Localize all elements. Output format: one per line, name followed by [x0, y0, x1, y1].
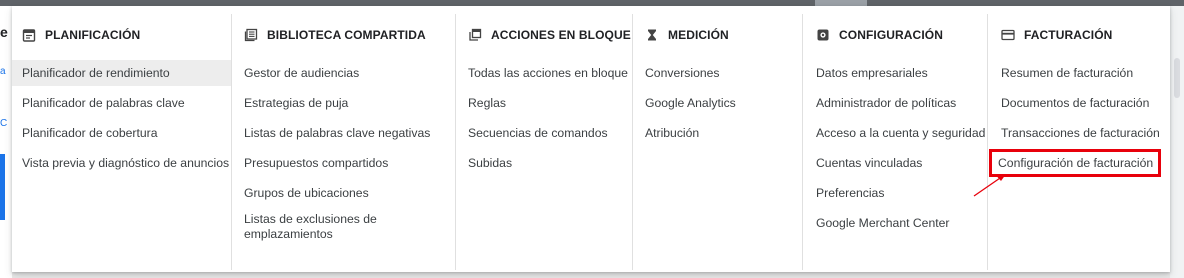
- menu-column-planning: PLANIFICACIÓN Planificador de rendimient…: [12, 14, 231, 270]
- menu-item-attribution[interactable]: Atribución: [633, 120, 802, 146]
- menu-item-shared-budgets[interactable]: Presupuestos compartidos: [232, 150, 455, 176]
- menu-item-billing-settings[interactable]: Configuración de facturación: [989, 149, 1161, 177]
- menu-item-placement-groups[interactable]: Grupos de ubicaciones: [232, 180, 455, 206]
- column-header: MEDICIÓN: [633, 14, 802, 56]
- menu-item-uploads[interactable]: Subidas: [456, 150, 632, 176]
- background-link: C: [0, 118, 8, 129]
- menu-item-billing-transactions[interactable]: Transacciones de facturación: [988, 120, 1170, 146]
- annotation-arrow-icon: [973, 174, 1006, 197]
- menu-item-business-data[interactable]: Datos empresariales: [803, 60, 987, 86]
- column-title: MEDICIÓN: [668, 28, 729, 42]
- menu-item-bid-strategies[interactable]: Estrategias de puja: [232, 90, 455, 116]
- menu-item-access-and-security[interactable]: Acceso a la cuenta y seguridad: [803, 120, 987, 146]
- background-page-left: e a C: [0, 6, 12, 278]
- background-link: a: [0, 66, 6, 77]
- column-title: FACTURACIÓN: [1024, 28, 1113, 42]
- library-icon: [244, 28, 258, 42]
- background-button: [0, 154, 5, 220]
- menu-item-performance-planner[interactable]: Planificador de rendimiento: [12, 60, 231, 86]
- scrollbar[interactable]: [1174, 58, 1180, 98]
- menu-item-policy-manager[interactable]: Administrador de políticas: [803, 90, 987, 116]
- menu-column-bulk-actions: ACCIONES EN BLOQUE Todas las acciones en…: [455, 14, 632, 270]
- hourglass-icon: [645, 28, 659, 42]
- menu-item-audience-manager[interactable]: Gestor de audiencias: [232, 60, 455, 86]
- menu-item-preferences[interactable]: Preferencias: [803, 180, 987, 206]
- menu-item-google-analytics[interactable]: Google Analytics: [633, 90, 802, 116]
- column-header: ACCIONES EN BLOQUE: [456, 14, 632, 56]
- menu-item-billing-summary[interactable]: Resumen de facturación: [988, 60, 1170, 86]
- calendar-icon: [22, 28, 36, 42]
- settings-icon: [816, 28, 830, 42]
- column-title: PLANIFICACIÓN: [45, 28, 141, 42]
- menu-item-all-bulk-actions[interactable]: Todas las acciones en bloque: [456, 60, 632, 86]
- column-header: PLANIFICACIÓN: [12, 14, 231, 56]
- menu-column-billing: FACTURACIÓN Resumen de facturación Docum…: [987, 14, 1170, 270]
- menu-item-keyword-planner[interactable]: Planificador de palabras clave: [12, 90, 231, 116]
- menu-item-conversions[interactable]: Conversiones: [633, 60, 802, 86]
- menu-item-google-merchant-center[interactable]: Google Merchant Center: [803, 210, 987, 236]
- column-header: BIBLIOTECA COMPARTIDA: [232, 14, 455, 56]
- background-text: e: [0, 24, 8, 40]
- menu-item-billing-documents[interactable]: Documentos de facturación: [988, 90, 1170, 116]
- menu-column-shared-library: BIBLIOTECA COMPARTIDA Gestor de audienci…: [231, 14, 455, 270]
- column-title: ACCIONES EN BLOQUE: [491, 28, 631, 42]
- tools-menu: PLANIFICACIÓN Planificador de rendimient…: [12, 6, 1170, 272]
- credit-card-icon: [1001, 28, 1015, 42]
- menu-item-scripts[interactable]: Secuencias de comandos: [456, 120, 632, 146]
- column-header: FACTURACIÓN: [988, 14, 1170, 56]
- menu-item-placement-exclusion-lists[interactable]: Listas de exclusiones de emplazamientos: [232, 210, 455, 244]
- column-title: BIBLIOTECA COMPARTIDA: [267, 28, 426, 42]
- menu-item-ad-preview[interactable]: Vista previa y diagnóstico de anuncios: [12, 150, 231, 176]
- menu-item-negative-keyword-lists[interactable]: Listas de palabras clave negativas: [232, 120, 455, 146]
- column-header: CONFIGURACIÓN: [803, 14, 987, 56]
- copy-icon: [468, 28, 482, 42]
- menu-item-rules[interactable]: Reglas: [456, 90, 632, 116]
- menu-column-measurement: MEDICIÓN Conversiones Google Analytics A…: [632, 14, 802, 270]
- menu-item-reach-planner[interactable]: Planificador de cobertura: [12, 120, 231, 146]
- background-page-right: [1170, 6, 1184, 278]
- column-title: CONFIGURACIÓN: [839, 28, 943, 42]
- menu-item-linked-accounts[interactable]: Cuentas vinculadas: [803, 150, 987, 176]
- menu-column-setup: CONFIGURACIÓN Datos empresariales Admini…: [802, 14, 987, 270]
